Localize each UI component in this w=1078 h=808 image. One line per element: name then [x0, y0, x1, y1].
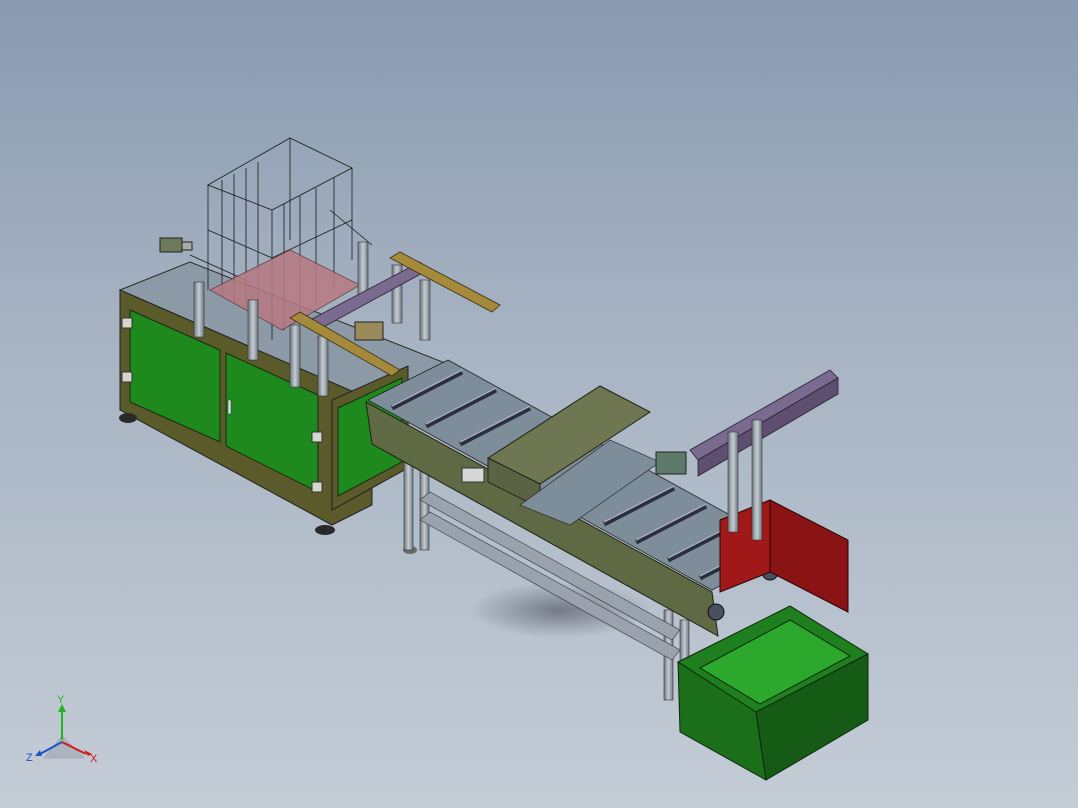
gantry-post [751, 419, 763, 541]
door-handle [227, 399, 232, 415]
gantry-beam [689, 369, 839, 461]
green-bin [676, 605, 870, 781]
end-pulley [707, 603, 725, 621]
pusher-block [354, 321, 384, 341]
magazine-top [207, 137, 353, 211]
sensor-block [461, 467, 485, 483]
corner-bracket [311, 481, 323, 493]
corner-bracket [121, 371, 133, 383]
leveling-foot [315, 525, 335, 535]
coordinate-triad-icon[interactable]: Y Z X [22, 692, 112, 772]
x-axis-label: X [90, 753, 98, 765]
assembly-model[interactable] [0, 0, 1078, 808]
y-axis-label: Y [57, 694, 65, 706]
cad-viewport[interactable]: Y Z X [0, 0, 1078, 808]
z-axis-arrow [35, 750, 42, 756]
servo-motor [159, 237, 193, 253]
triad-base [43, 735, 85, 759]
z-axis-label: Z [26, 752, 33, 764]
gripper [655, 451, 687, 475]
corner-bracket [311, 431, 323, 443]
conveyor-leg [403, 459, 414, 551]
conveyor-leg [419, 469, 430, 551]
gantry-post [727, 431, 739, 533]
leveling-foot [119, 413, 137, 423]
red-bin [719, 499, 849, 613]
corner-bracket [121, 317, 133, 329]
